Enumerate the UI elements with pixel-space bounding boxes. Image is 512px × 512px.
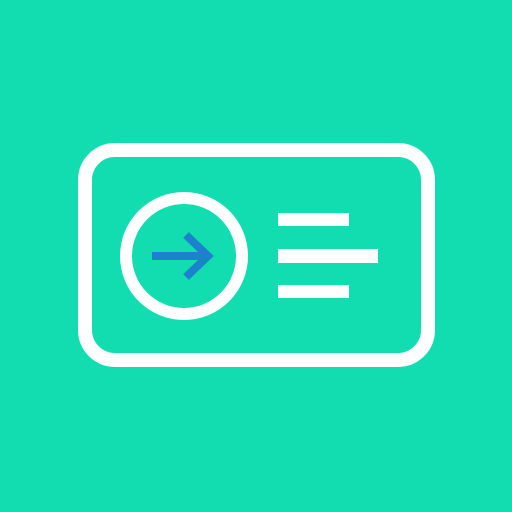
text-line-middle — [278, 249, 378, 263]
icon-background — [0, 0, 512, 512]
text-line-top — [278, 213, 349, 226]
text-line-bottom — [278, 285, 349, 298]
app-icon — [0, 0, 512, 512]
app-icon-graphic — [0, 0, 512, 512]
